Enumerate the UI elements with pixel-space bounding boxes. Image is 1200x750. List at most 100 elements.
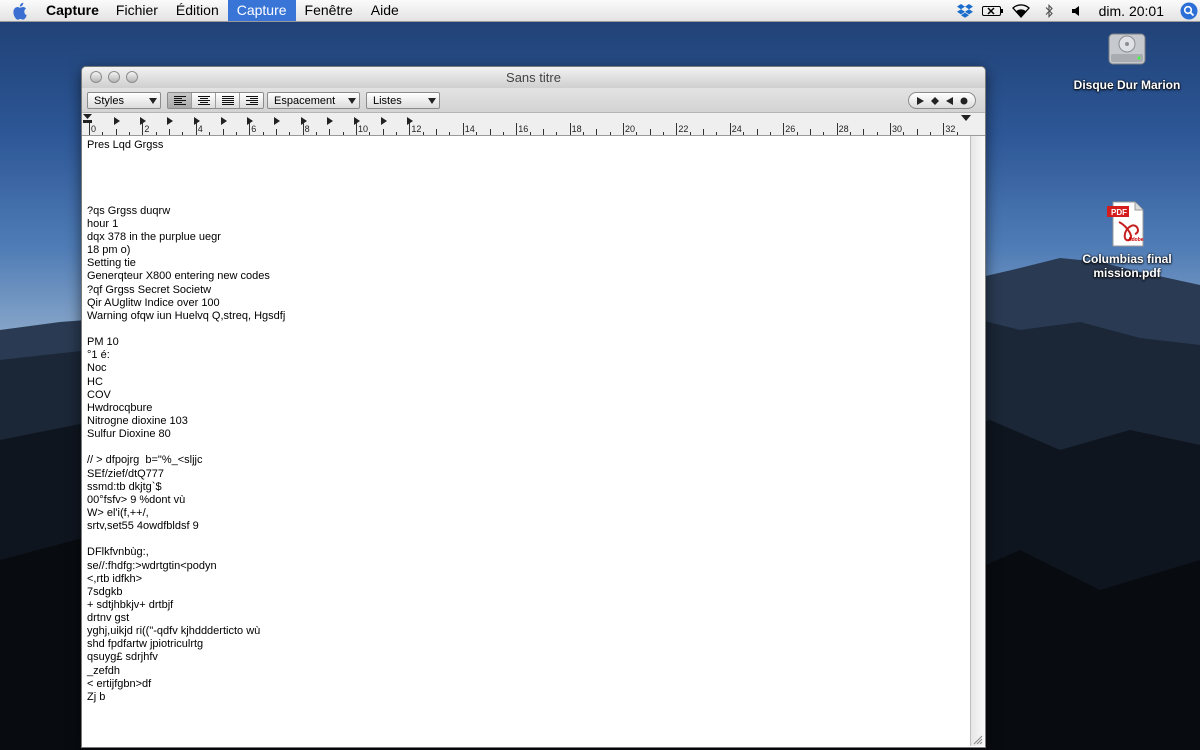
apple-menu-icon[interactable] — [0, 0, 42, 21]
ruler-number: 8 — [304, 124, 310, 134]
ruler-tick — [582, 132, 584, 135]
align-left-button[interactable] — [168, 93, 192, 108]
ruler-tick — [890, 123, 891, 135]
tab-stops-control[interactable] — [908, 92, 976, 109]
ruler-tick — [823, 132, 825, 135]
ruler-tick — [289, 132, 291, 135]
document-line: se//:fhdfg:>wdrtgtin<podyn — [87, 559, 217, 572]
ruler-tick — [155, 132, 157, 135]
ruler-tick — [315, 132, 317, 135]
ruler-tick — [182, 132, 184, 135]
ruler-tick — [783, 123, 785, 135]
ruler-tab-stop[interactable] — [247, 117, 254, 125]
right-tab-icon — [945, 96, 953, 105]
desktop-icon-hard-drive[interactable]: Disque Dur Marion — [1052, 28, 1200, 92]
ruler-tick — [836, 123, 838, 135]
ruler-tick — [796, 132, 798, 135]
lists-popup[interactable]: Listes — [366, 92, 440, 109]
menu-fichier[interactable]: Fichier — [107, 0, 167, 21]
document-line: hour 1 — [87, 217, 119, 230]
spotlight-icon[interactable] — [1178, 0, 1200, 21]
menu-app-name[interactable]: Capture — [42, 0, 107, 21]
document-line: 7sdgkb — [87, 585, 123, 598]
wifi-icon[interactable] — [1007, 0, 1035, 21]
ruler-tick — [342, 132, 344, 135]
document-line: Noc — [87, 362, 107, 375]
align-center-button[interactable] — [192, 93, 216, 108]
ruler-tick — [556, 132, 558, 135]
ruler-tab-stop[interactable] — [300, 117, 307, 125]
ruler-tick — [476, 132, 478, 135]
menu-aide[interactable]: Aide — [362, 0, 408, 21]
ruler-tick — [436, 129, 438, 135]
document-line: 00°fsfv> 9 %dont vù — [87, 493, 186, 506]
menu-clock[interactable]: dim. 20:01 — [1091, 3, 1178, 19]
document-line: W> el'i(f,++/, — [87, 506, 149, 519]
align-right-button[interactable] — [240, 93, 263, 108]
ruler-number: 20 — [625, 124, 636, 134]
document-line: shd fpdfartw jpiotriculrtg — [87, 638, 204, 651]
ruler-tick — [743, 132, 745, 135]
ruler-tick — [222, 129, 224, 135]
ruler-tab-stop[interactable] — [167, 117, 174, 125]
bluetooth-icon[interactable] — [1035, 0, 1063, 21]
ruler[interactable]: 0 2 4 6 8 10 12 14 16 18 20 22 24 26 28 30 32 — [82, 113, 985, 136]
ruler-number: 0 — [91, 124, 97, 134]
vertical-scrollbar[interactable] — [970, 136, 985, 746]
document-line: Sulfur Dioxine 80 — [87, 428, 171, 441]
menu-capture[interactable]: Capture — [227, 0, 296, 21]
ruler-number: 28 — [838, 124, 849, 134]
dropbox-icon[interactable] — [951, 0, 979, 21]
close-button[interactable] — [90, 71, 102, 83]
alignment-segmented-control — [167, 92, 264, 109]
ruler-tab-stop[interactable] — [407, 117, 414, 125]
ruler-tick — [422, 132, 424, 135]
minimize-button[interactable] — [108, 71, 120, 83]
ruler-tab-stop[interactable] — [140, 117, 147, 125]
ruler-tab-stop[interactable] — [273, 117, 280, 125]
ruler-tab-stop[interactable] — [327, 117, 334, 125]
document-line: Pres Lqd Grgss — [87, 139, 164, 151]
ruler-tick — [703, 129, 705, 135]
indent-marker-icon[interactable] — [83, 114, 93, 124]
adobe-brand: Adobe — [1128, 237, 1144, 243]
document-line: 18 pm o) — [87, 244, 131, 257]
align-right-icon — [245, 96, 258, 105]
ruler-tick — [129, 132, 131, 135]
ruler-tab-stop[interactable] — [113, 117, 120, 125]
document-line: ?qs Grgss duqrw — [87, 204, 171, 217]
spacing-popup[interactable]: Espacement — [267, 92, 360, 109]
ruler-tick — [382, 129, 384, 135]
styles-popup[interactable]: Styles — [87, 92, 161, 109]
lists-label: Listes — [373, 95, 402, 107]
ruler-tab-stop[interactable] — [380, 117, 387, 125]
styles-label: Styles — [94, 95, 124, 107]
menu-bar: Capture Fichier Édition Capture Fenêtre … — [0, 0, 1200, 22]
ruler-number: 18 — [571, 124, 582, 134]
ruler-number: 24 — [731, 124, 742, 134]
battery-icon[interactable] — [979, 0, 1007, 21]
ruler-tick — [449, 132, 451, 135]
desktop-icon-pdf[interactable]: PDF Adobe Columbias final mission.pdf — [1052, 200, 1200, 280]
align-justify-button[interactable] — [216, 93, 240, 108]
ruler-tick — [609, 132, 611, 135]
volume-icon[interactable] — [1063, 0, 1091, 21]
zoom-button[interactable] — [126, 71, 138, 83]
document-line: Warning ofqw iun Huelvq Q,streq, Hgsdfj — [87, 309, 286, 322]
menu-fenetre[interactable]: Fenêtre — [296, 0, 362, 21]
ruler-tab-stop[interactable] — [193, 117, 200, 125]
ruler-tab-stop[interactable] — [354, 117, 360, 125]
right-margin-marker-icon[interactable] — [961, 115, 971, 122]
center-tab-icon — [930, 96, 939, 105]
document-line: ssmd:tb dkjtg`$ — [87, 480, 162, 493]
ruler-tick — [876, 132, 878, 135]
window-titlebar[interactable]: Sans titre — [82, 67, 985, 88]
ruler-tab-stop[interactable] — [220, 117, 227, 125]
resize-grip-icon[interactable] — [973, 735, 983, 745]
document-text-area[interactable]: Pres Lqd Grgss ?qs Grgss duqrw hour 1 dqx 3… — [82, 136, 971, 746]
menu-edition[interactable]: Édition — [167, 0, 228, 21]
ruler-tick — [516, 123, 518, 135]
